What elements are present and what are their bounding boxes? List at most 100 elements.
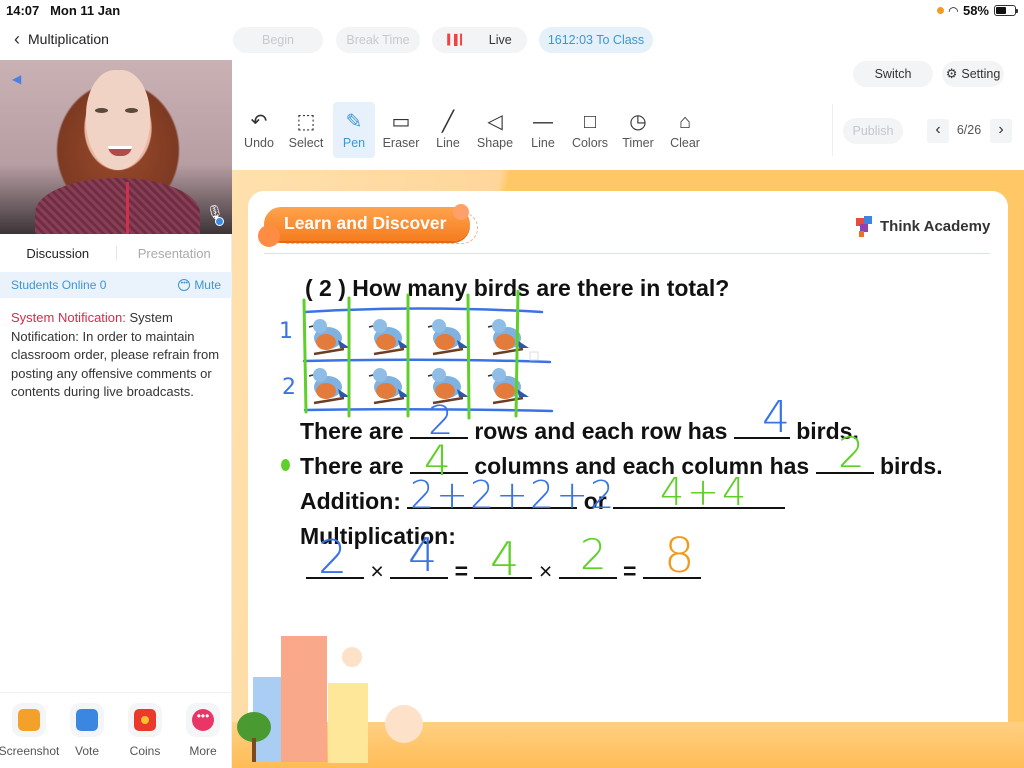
top-bar: ‹ Multiplication Begin Break Time ▍▌▎ Li… <box>0 20 1024 60</box>
more-label: More <box>189 744 217 758</box>
sun-small <box>342 647 362 667</box>
vote-icon <box>76 709 98 731</box>
prev-page-button[interactable]: ‹ <box>927 119 949 143</box>
tool-label: Eraser <box>382 136 420 150</box>
ink-column-line <box>466 293 471 420</box>
row-label: 2 <box>282 375 296 400</box>
timer-icon: ◷ <box>629 111 647 133</box>
undo-tool[interactable]: ↶ Undo <box>238 102 280 158</box>
bird-icon <box>487 368 529 405</box>
battery-icon <box>994 5 1018 16</box>
coins-button[interactable]: Coins <box>116 703 174 768</box>
ink-column-line <box>302 298 308 414</box>
section-banner: Learn and Discover <box>264 207 470 241</box>
select-tool[interactable]: ⬚ Select <box>285 102 327 158</box>
battery-percent: 58% <box>962 3 989 18</box>
coins-icon <box>134 709 156 731</box>
tool-label: Clear <box>670 136 700 150</box>
clear-icon: ⌂ <box>678 111 692 133</box>
bottom-toolbar: Screenshot Vote Coins ••• More <box>0 692 232 768</box>
publish-button[interactable]: Publish <box>843 118 903 144</box>
gear-icon: ⚙ <box>945 66 958 81</box>
notification-label: System Notification: <box>11 310 126 325</box>
think-academy-logo-icon <box>856 214 876 238</box>
mute-button[interactable]: ••• Mute <box>178 278 221 292</box>
tool-label: Pen <box>342 136 366 150</box>
tool-label: Select <box>288 136 324 150</box>
colors-tool[interactable]: □ Colors <box>569 102 611 158</box>
speaker-icon: ◀ <box>12 72 22 86</box>
vote-button[interactable]: Vote <box>58 703 116 768</box>
bird-grid: 1 2 <box>279 290 554 420</box>
sidebar-tabs: Discussion Presentation <box>0 234 232 272</box>
bird-icon <box>427 319 469 356</box>
sidebar: ◀ 🎙︎ Discussion Presentation Students On… <box>0 60 232 768</box>
toolbar-divider <box>832 104 833 156</box>
tree-trunk <box>252 738 256 762</box>
timer-tool[interactable]: ◷ Timer <box>617 102 659 158</box>
shape-tool[interactable]: ◁ Shape <box>474 102 516 158</box>
mic-status-icon <box>215 217 224 226</box>
brand-name: Think Academy <box>880 217 991 235</box>
tool-label: Line <box>531 136 555 150</box>
tab-presentation[interactable]: Presentation <box>117 246 233 261</box>
more-button[interactable]: ••• More <box>174 703 232 768</box>
page-indicator: 6/26 <box>956 123 982 137</box>
mute-label: Mute <box>194 278 221 292</box>
building-salmon <box>281 636 327 762</box>
ink-answer: 4+4 <box>660 470 750 514</box>
line-weight-tool[interactable]: — Line <box>522 102 564 158</box>
online-bar: Students Online 0 ••• Mute <box>0 272 232 298</box>
live-button[interactable]: ▍▌▎ Live <box>432 27 527 53</box>
screenshot-button[interactable]: Screenshot <box>0 703 60 768</box>
clear-tool[interactable]: ⌂ Clear <box>664 102 706 158</box>
back-button[interactable]: ‹ Multiplication <box>14 30 109 48</box>
begin-button[interactable]: Begin <box>233 27 323 53</box>
next-page-button[interactable]: › <box>990 119 1012 143</box>
sun-large <box>385 705 423 743</box>
bird-icon <box>368 368 410 405</box>
ink-answer: 2 <box>580 530 607 579</box>
to-class-countdown[interactable]: 1612:03 To Class <box>539 27 653 53</box>
recording-indicator-icon <box>936 7 944 14</box>
pen-icon: ✎ <box>345 111 363 133</box>
more-icon: ••• <box>192 709 214 731</box>
shape-icon: ◁ <box>487 111 503 133</box>
status-bar: 14:07 Mon 11 Jan ◠ 58% <box>0 0 1024 20</box>
tool-label: Colors <box>571 136 609 150</box>
eraser-icon: ▭ <box>391 111 411 133</box>
tab-discussion[interactable]: Discussion <box>0 246 116 261</box>
switch-button[interactable]: Switch <box>853 61 933 87</box>
line-weight-icon: — <box>533 111 553 133</box>
lesson-title: Multiplication <box>28 31 109 47</box>
setting-label: Setting <box>961 67 1001 81</box>
screenshot-label: Screenshot <box>0 744 60 758</box>
pen-tool[interactable]: ✎ Pen <box>333 102 375 158</box>
select-icon: ⬚ <box>296 111 316 133</box>
tool-label: Shape <box>476 136 514 150</box>
break-time-button[interactable]: Break Time <box>336 27 420 53</box>
undo-icon: ↶ <box>250 111 268 133</box>
tool-label: Line <box>436 136 460 150</box>
row-label: 1 <box>279 319 293 344</box>
coins-label: Coins <box>129 744 161 758</box>
line-tool[interactable]: ╱ Line <box>427 102 469 158</box>
line-icon: ╱ <box>441 111 455 133</box>
teacher-video: ◀ 🎙︎ <box>0 60 232 234</box>
chevron-left-icon: ‹ <box>14 29 20 49</box>
setting-button[interactable]: ⚙ Setting <box>942 61 1004 87</box>
eraser-tool[interactable]: ▭ Eraser <box>380 102 422 158</box>
live-label: Live <box>488 33 512 47</box>
system-notification: System Notification: System Notification… <box>11 309 225 402</box>
brand-logo: Think Academy <box>856 214 990 238</box>
ink-row-line <box>303 307 544 314</box>
ink-answer: 2+2+2+2 <box>410 473 617 517</box>
tool-label: Undo <box>244 136 274 150</box>
bird-icon <box>368 319 410 356</box>
ink-answer: 4 <box>490 532 520 586</box>
tool-label: Timer <box>622 136 654 150</box>
ink-answer: 4 <box>762 392 790 443</box>
wifi-icon: ◠ <box>948 3 958 18</box>
bird-icon <box>308 368 350 405</box>
ink-column-line <box>514 290 520 418</box>
